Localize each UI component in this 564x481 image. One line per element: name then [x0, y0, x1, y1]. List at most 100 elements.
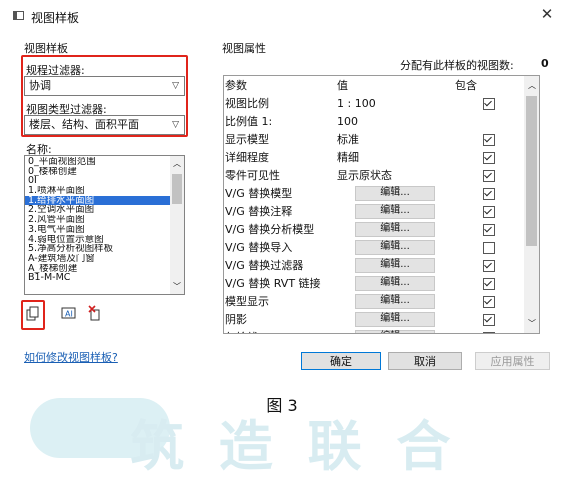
table-row: V/G 替换 RVT 链接 编辑... — [224, 274, 524, 292]
table-row: V/G 替换过滤器 编辑... — [224, 256, 524, 274]
include-checkbox[interactable] — [483, 151, 495, 164]
include-checkbox[interactable] — [483, 187, 495, 200]
include-checkbox[interactable] — [483, 169, 495, 182]
chevron-down-icon: ▽ — [172, 120, 179, 130]
view-type-filter-select[interactable]: 楼层、结构、面积平面 ▽ — [24, 115, 185, 135]
duplicate-template-button[interactable] — [25, 306, 41, 322]
discipline-filter-select[interactable]: 协调 ▽ — [24, 76, 185, 96]
list-item[interactable]: 0_平面视图范围 — [25, 157, 171, 167]
param-name: 勾绘线 — [224, 328, 336, 333]
include-checkbox[interactable] — [483, 97, 495, 110]
list-item[interactable]: 1.给排水平面图 — [25, 195, 171, 206]
include-checkbox[interactable] — [483, 223, 495, 236]
list-item[interactable]: B1-M-MC — [25, 273, 171, 283]
list-item[interactable]: 5.净高分析视图样板 — [25, 244, 171, 254]
apply-properties-button[interactable]: 应用属性 — [475, 352, 550, 370]
column-header-value: 值 — [337, 79, 348, 92]
param-name: 模型显示 — [225, 295, 269, 308]
list-item[interactable]: A_楼梯创建 — [25, 264, 171, 274]
scroll-down-icon[interactable]: ﹀ — [528, 318, 536, 329]
param-value-cell: 编辑... — [336, 202, 454, 220]
include-cell — [454, 274, 524, 292]
view-templates-dialog: 视图样板 ✕ 视图样板 规程过滤器: 协调 ▽ 视图类型过滤器: 楼层、结构、面… — [0, 0, 564, 383]
param-value-cell: 编辑... — [336, 310, 454, 328]
rename-template-button[interactable]: AI — [61, 306, 77, 322]
include-cell — [454, 166, 524, 184]
edit-button[interactable]: 编辑... — [355, 276, 435, 291]
include-checkbox[interactable] — [483, 259, 495, 272]
window-app-icon — [13, 11, 24, 20]
scroll-up-icon[interactable]: ︿ — [173, 158, 181, 169]
include-checkbox[interactable] — [483, 295, 495, 308]
list-item[interactable]: 1.喷淋平面图 — [25, 186, 171, 196]
ok-button[interactable]: 确定 — [301, 352, 381, 370]
edit-button[interactable]: 编辑... — [355, 240, 435, 255]
scroll-up-icon[interactable]: ︿ — [528, 80, 536, 91]
table-row: 阴影 编辑... — [224, 310, 524, 328]
help-link[interactable]: 如何修改视图样板? — [24, 349, 118, 365]
table-row: V/G 替换分析模型 编辑... — [224, 220, 524, 238]
param-value[interactable]: 精细 — [337, 151, 359, 164]
param-value[interactable]: 显示原状态 — [337, 169, 392, 182]
table-row: 显示模型 标准 — [224, 130, 524, 148]
param-name: 阴影 — [225, 313, 247, 326]
list-item[interactable]: 4.弱电位置示意图 — [25, 235, 171, 245]
include-cell — [454, 112, 524, 130]
scroll-thumb[interactable] — [526, 96, 537, 246]
delete-template-button[interactable] — [88, 305, 104, 321]
scroll-thumb[interactable] — [172, 174, 182, 204]
param-value[interactable]: 1 : 100 — [337, 97, 376, 110]
param-value-cell: 精细 — [336, 148, 454, 166]
scroll-down-icon[interactable]: ﹀ — [173, 281, 181, 292]
edit-button[interactable]: 编辑... — [355, 186, 435, 201]
properties-table: 参数 值 包含 视图比例 1 : 100 比例值 1: 100 显示模型 标准 详细程度 精细… — [224, 76, 524, 333]
include-cell — [454, 256, 524, 274]
list-item[interactable]: 0I — [25, 176, 171, 186]
list-item[interactable]: 0_楼梯创建 — [25, 167, 171, 177]
edit-button[interactable]: 编辑... — [355, 222, 435, 237]
column-header-include: 包含 — [455, 79, 477, 92]
table-row: 比例值 1: 100 — [224, 112, 524, 130]
include-checkbox[interactable] — [483, 313, 495, 326]
include-cell — [454, 310, 524, 328]
template-names-list[interactable]: 0_平面视图范围 0_楼梯创建 0I 1.喷淋平面图 1.给排水平面图 2.空调水平面图 2… — [24, 155, 185, 295]
include-checkbox[interactable] — [483, 241, 495, 254]
include-checkbox[interactable] — [483, 133, 495, 146]
include-checkbox[interactable] — [483, 277, 495, 290]
list-item[interactable]: A-建筑墙及门窗 — [25, 254, 171, 264]
table-row: 模型显示 编辑... — [224, 292, 524, 310]
param-value-cell: 100 — [336, 112, 454, 130]
include-checkbox[interactable] — [483, 331, 495, 333]
param-value-cell: 显示原状态 — [336, 166, 454, 184]
chevron-down-icon: ▽ — [172, 81, 179, 91]
param-value-cell: 编辑... — [336, 328, 454, 333]
include-cell — [454, 220, 524, 238]
list-item[interactable]: 2.空调水平面图 — [25, 205, 171, 215]
param-name: V/G 替换分析模型 — [225, 223, 315, 236]
include-cell — [454, 94, 524, 112]
include-cell — [454, 184, 524, 202]
right-section-title: 视图属性 — [222, 42, 266, 55]
param-name: 比例值 1: — [225, 115, 273, 128]
cancel-button[interactable]: 取消 — [388, 352, 462, 370]
param-value-cell: 编辑... — [336, 256, 454, 274]
include-checkbox[interactable] — [483, 205, 495, 218]
param-value-cell: 编辑... — [336, 292, 454, 310]
list-scrollbar[interactable]: ︿ ﹀ — [170, 156, 184, 294]
edit-button[interactable]: 编辑... — [355, 294, 435, 309]
edit-button[interactable]: 编辑... — [355, 330, 435, 333]
list-item[interactable]: 3.电气平面图 — [25, 225, 171, 235]
edit-button[interactable]: 编辑... — [355, 258, 435, 273]
close-button[interactable]: ✕ — [538, 5, 556, 23]
param-value-cell: 编辑... — [336, 274, 454, 292]
assigned-views-label: 分配有此样板的视图数: — [400, 59, 514, 72]
edit-button[interactable]: 编辑... — [355, 312, 435, 327]
param-value[interactable]: 标准 — [337, 133, 359, 146]
list-item[interactable]: 2.风管平面图 — [25, 215, 171, 225]
edit-button[interactable]: 编辑... — [355, 204, 435, 219]
param-name: 显示模型 — [225, 133, 269, 146]
table-scrollbar[interactable]: ︿ ﹀ — [524, 76, 539, 333]
param-name: V/G 替换模型 — [225, 187, 293, 200]
param-name: V/G 替换导入 — [225, 241, 293, 254]
table-header-row: 参数 值 包含 — [224, 76, 524, 94]
